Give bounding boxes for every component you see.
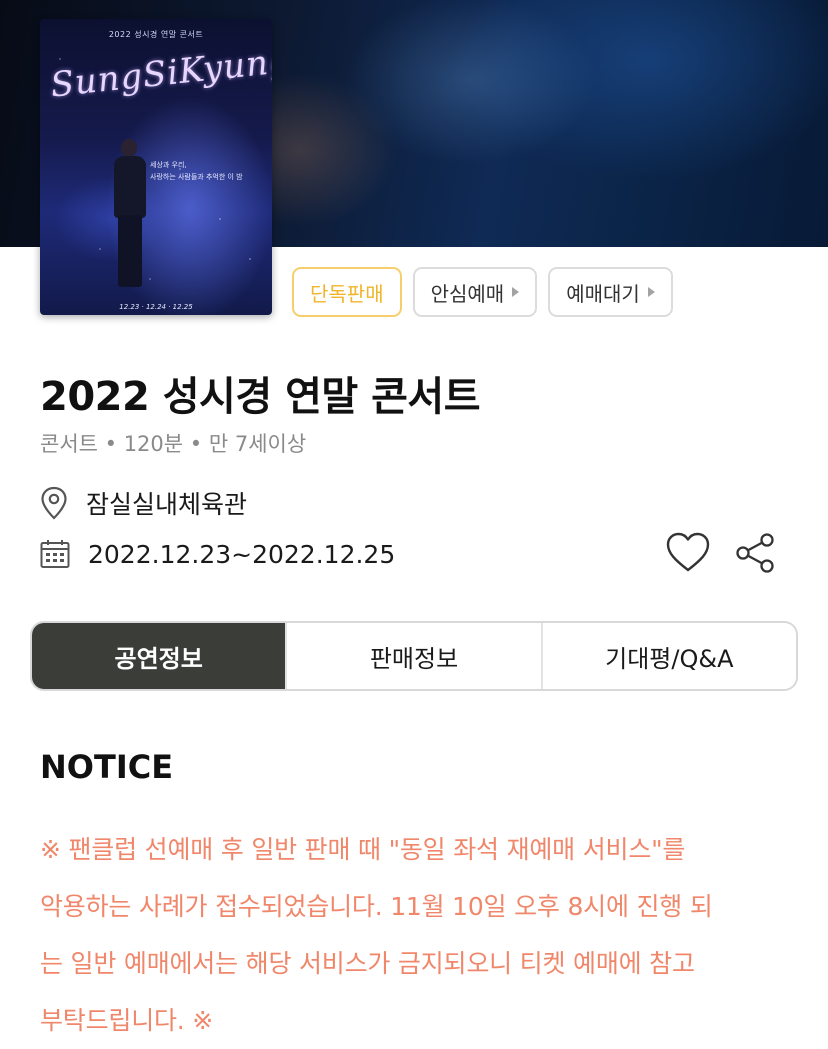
waitlist-chip[interactable]: 예매대기 (548, 267, 673, 317)
safe-booking-chip[interactable]: 안심예매 (412, 267, 538, 317)
poster-lyric-line: 세상과 우리, (150, 161, 187, 169)
notice-title: NOTICE (40, 748, 174, 786)
exclusive-sale-chip: 단독판매 (292, 267, 402, 317)
page-title: 2022 성시경 연말 콘서트 (40, 374, 481, 420)
notice-line: 부탁드립니다. ※ (40, 1006, 214, 1035)
poster-lyric-line: 사랑하는 사람들과 추억한 이 밤 (150, 173, 243, 181)
poster-top-text: 2022 성시경 연말 콘서트 (108, 30, 204, 39)
date-row: 2022.12.23~2022.12.25 (40, 539, 395, 569)
notice-line: 악용하는 사례가 접수되었습니다. 11월 10일 오후 8시에 진행 되 (40, 892, 713, 921)
notice-line: ※ 팬클럽 선예매 후 일반 판매 때 "동일 좌석 재예매 서비스"를 (40, 835, 686, 864)
chip-label: 단독판매 (310, 281, 384, 306)
concert-poster[interactable]: 2022 성시경 연말 콘서트 SungSiKyung 세상과 우리, 사랑하는… (40, 19, 272, 315)
notice-body: ※ 팬클럽 선예매 후 일반 판매 때 "동일 좌석 재예매 서비스"를 악용하… (40, 821, 790, 1049)
share-icon[interactable] (735, 532, 777, 574)
chip-label: 안심예매 (430, 281, 505, 306)
heart-icon[interactable] (665, 530, 711, 576)
detail-tabs: 공연정보 판매정보 기대평/Q&A (30, 621, 798, 691)
sale-chips: 단독판매 안심예매 예매대기 (292, 267, 673, 317)
calendar-icon (40, 540, 70, 568)
tab-performance-info[interactable]: 공연정보 (32, 623, 286, 689)
notice-line: 는 일반 예매에서는 해당 서비스가 금지되오니 티켓 예매에 참고 (40, 949, 695, 978)
tab-reviews-qa[interactable]: 기대평/Q&A (540, 623, 796, 689)
poster-dates: 12.23 · 12.24 · 12.25 (119, 303, 193, 311)
chip-label: 예매대기 (566, 281, 640, 306)
tab-sales-info[interactable]: 판매정보 (285, 623, 541, 689)
chevron-right-icon (647, 287, 655, 297)
poster-lyric: 세상과 우리, 사랑하는 사람들과 추억한 이 밤 (150, 159, 243, 183)
venue-name: 잠실실내체육관 (86, 490, 248, 519)
performance-meta: 콘서트 • 120분 • 만 7세이상 (40, 432, 307, 456)
date-range: 2022.12.23~2022.12.25 (88, 539, 396, 569)
chevron-right-icon (512, 287, 520, 297)
location-pin-icon (41, 486, 67, 520)
venue-row[interactable]: 잠실실내체육관 (40, 485, 247, 521)
poster-singer-figure (110, 139, 150, 289)
